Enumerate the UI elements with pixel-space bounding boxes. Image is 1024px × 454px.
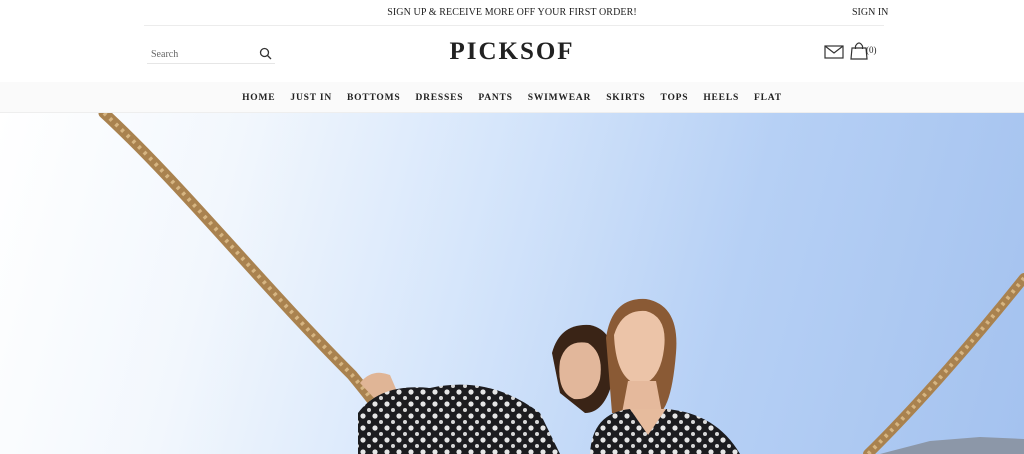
nav-item-dresses[interactable]: DRESSES xyxy=(415,93,463,103)
site-header: PICKSOF (0) xyxy=(0,26,1024,82)
cart-count[interactable]: (0) xyxy=(866,45,877,55)
main-nav: HOME JUST IN BOTTOMS DRESSES PANTS SWIMW… xyxy=(0,82,1024,113)
nav-item-flat[interactable]: FLAT xyxy=(754,93,782,103)
nav-item-home[interactable]: HOME xyxy=(242,93,275,103)
nav-item-bottoms[interactable]: BOTTOMS xyxy=(347,93,400,103)
nav-item-heels[interactable]: HEELS xyxy=(703,93,739,103)
top-announcement-bar: SIGN UP & RECEIVE MORE OFF YOUR FIRST OR… xyxy=(0,0,1024,26)
nav-item-swimwear[interactable]: SWIMWEAR xyxy=(528,93,591,103)
nav-item-just-in[interactable]: JUST IN xyxy=(290,93,332,103)
hero-banner[interactable] xyxy=(0,113,1024,454)
nav-item-tops[interactable]: TOPS xyxy=(661,93,689,103)
nav-item-pants[interactable]: PANTS xyxy=(478,93,512,103)
hero-image xyxy=(98,113,1024,454)
sign-in-link[interactable]: SIGN IN xyxy=(852,7,888,18)
nav-item-skirts[interactable]: SKIRTS xyxy=(606,93,645,103)
mail-icon[interactable] xyxy=(824,44,844,60)
